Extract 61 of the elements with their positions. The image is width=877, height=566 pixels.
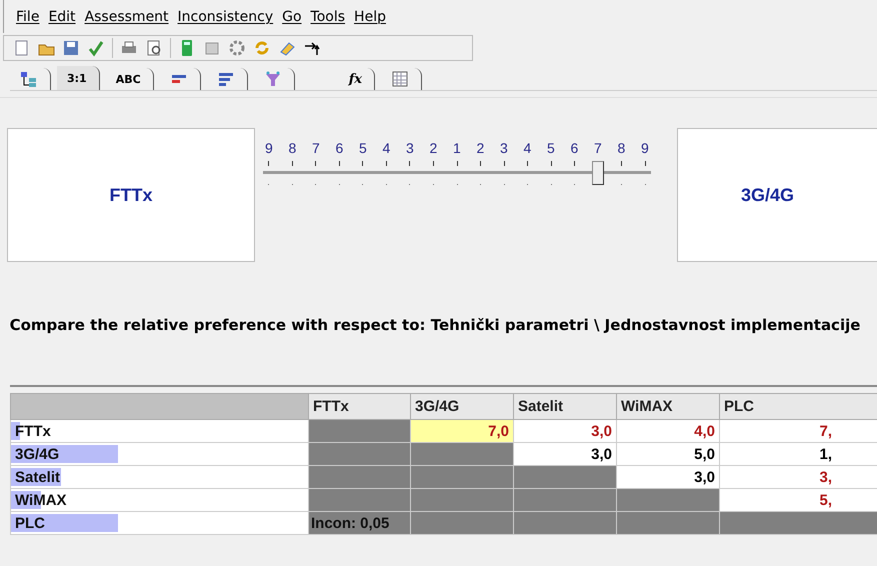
row-label: WiMAX [15,492,67,508]
scale-number: 5 [547,140,555,156]
refresh-icon[interactable] [253,39,271,57]
gear-icon[interactable] [228,39,246,57]
matrix-cell[interactable]: 3,0 [514,442,616,466]
inconsistency-text: Incon: 0,05 [308,512,410,534]
tab[interactable]: ABC [106,68,154,90]
matrix-cell[interactable]: 5, [720,488,877,512]
scale-number: 2 [476,140,484,156]
scale-number: 2 [430,140,438,156]
slider-thumb[interactable] [592,161,604,185]
alternative-card: 3G/4G [677,128,877,262]
hierarchy-icon [20,70,38,88]
menu-item[interactable]: Inconsistency [178,9,274,33]
magnifier-page-icon[interactable] [145,39,163,57]
column-header: PLC [720,394,877,420]
scale-number: 4 [382,140,390,156]
scale-number: 1 [453,140,461,156]
grid-icon [391,70,410,88]
horizontal-bars-icon [216,70,235,88]
menu-item[interactable]: Tools [310,9,346,33]
scale-number: 7 [312,140,320,156]
funnel-icon [264,70,282,88]
scale-number: 7 [594,140,602,156]
question-text: Compare the relative preference with respect to: Tehnički parametri \ Jednostavnost implementacije [8,315,862,336]
scale-number: 6 [570,140,578,156]
scale-number: 8 [618,140,626,156]
menu-item[interactable]: Assessment [84,9,169,33]
matrix-cell[interactable]: 4,0 [616,420,720,442]
matrix-cell[interactable]: 7, [720,420,877,442]
row-label: PLC [15,514,45,532]
matrix-cell[interactable]: 1, [720,442,877,466]
alternative-card: FTTx [7,128,255,262]
column-header: Satelit [514,394,616,420]
scale-number: 8 [288,140,296,156]
column-header: WiMAX [616,394,720,420]
menu-item[interactable]: Go [282,9,302,33]
checkmark-icon[interactable] [87,39,105,57]
scale-number: 4 [524,140,532,156]
tab[interactable]: 3:1 [57,66,100,90]
slider-track[interactable] [263,161,651,185]
scale-number: 9 [265,140,273,156]
row-label: 3G/4G [15,446,60,462]
matrix-cell[interactable]: 7,0 [410,420,514,442]
tab[interactable]: fx [338,68,376,90]
scale-number: 3 [500,140,508,156]
matrix-cell[interactable]: 3,0 [616,466,720,488]
menu-item[interactable]: Edit [48,9,76,33]
scale-number: 5 [359,140,367,156]
matrix-cell[interactable]: 3,0 [514,420,616,442]
scale-number: 9 [641,140,649,156]
scale-number: 3 [406,140,414,156]
row-label: FTTx [15,422,51,440]
menu-item[interactable]: File [16,9,40,33]
matrix-cell[interactable]: 3, [720,466,877,488]
column-header: FTTx [308,394,410,420]
matrix-cell[interactable]: 5,0 [616,442,720,466]
row-label: Satelit [15,468,60,486]
menu-item[interactable]: Help [354,9,386,33]
column-header: 3G/4G [410,394,514,420]
scale-number: 6 [336,140,344,156]
